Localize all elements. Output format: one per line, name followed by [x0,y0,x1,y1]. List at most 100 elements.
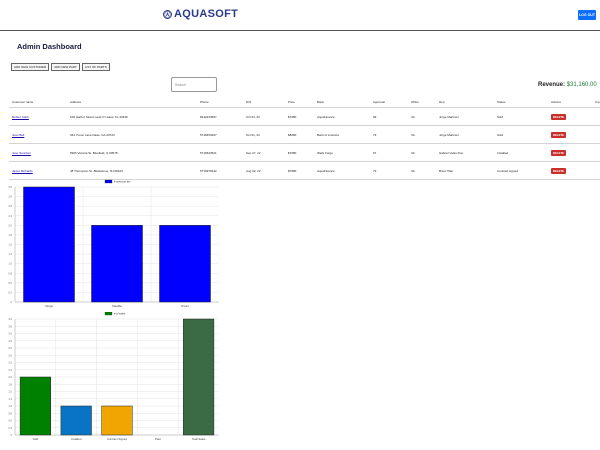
y-tick-label: 3.0 [8,185,12,189]
column-header[interactable]: Customer name [9,96,67,108]
x-tick-label: Sold [33,437,39,441]
x-tick-label: Satellite [112,304,122,308]
status-cell: Installed [494,143,548,162]
y-tick-label: 0 [11,433,13,437]
customer-name-link[interactable]: Juan Bell [12,133,24,137]
y-tick-label: 2.3 [8,368,12,372]
doi-cell: Aug 02, 22 [243,161,285,180]
column-header[interactable]: Cre [592,96,600,108]
actions-cell: DELETE [548,107,592,126]
actions-cell: DELETE [548,143,592,162]
address-cell: 344 Yuvon Lane Dade. GA 30723 [67,125,197,144]
column-header[interactable]: Price [285,96,314,108]
column-header[interactable]: Rep [436,96,494,108]
y-tick-label: 1.8 [8,382,12,386]
office-cell: VA [408,107,436,126]
price-cell: $7680 [285,143,314,162]
y-tick-label: 3.3 [8,339,12,343]
address-cell: 5906 Victoria St. Bluefield, IL 60578 [67,143,197,162]
status-cell: Contract signed [494,161,548,180]
y-tick-label: 0.8 [8,271,12,275]
y-tick-label: 1.5 [8,243,12,247]
column-header[interactable]: Office [408,96,436,108]
add-new-customer-button[interactable]: ADD NEW CUSTOMER [11,63,50,71]
list-of-parts-button[interactable]: LIST OF PARTS [81,63,110,71]
phone-cell: 8132234567 [197,107,243,126]
y-tick-label: 2.5 [8,204,12,208]
aquasoft-logo-icon: Ⓐ [163,9,172,19]
revenue-label: Revenue: [538,82,566,88]
y-tick-label: 0.5 [8,281,12,285]
x-tick-label: Total Sales [192,437,206,441]
legend-label: # units per tier [114,179,131,183]
bar [23,186,75,303]
price-cell: $7680 [285,107,314,126]
add-new-part-button[interactable]: ADD NEW PART [51,63,80,71]
empty-cell [592,125,600,144]
delete-button[interactable]: DELETE [551,167,567,174]
search-input[interactable]: Search [171,77,217,92]
office-cell: VA [408,125,436,144]
y-tick-label: 4.0 [8,317,12,321]
y-tick-label: 2.8 [8,195,12,199]
x-tick-label: Paid [155,437,161,441]
y-tick-label: 0 [11,300,13,304]
y-tick-label: 1.0 [8,404,12,408]
actions-cell: DELETE [548,161,592,180]
x-tick-label: Installed [71,437,82,441]
y-tick-label: 0.5 [8,419,12,423]
brand[interactable]: Ⓐ AQUASOFT [163,8,238,20]
doi-cell: Oct 01, 22 [243,125,285,144]
rep-cell: Jorge Martinez [436,107,494,126]
delete-button[interactable]: DELETE [551,131,567,138]
y-tick-label: 2.5 [8,361,12,365]
price-cell: $8080 [285,125,314,144]
x-tick-label: Panel [181,304,189,308]
bank-cell: Bank of America [314,125,370,144]
actions-cell: DELETE [548,125,592,144]
delete-button[interactable]: DELETE [551,113,567,120]
y-tick-label: 2.3 [8,214,12,218]
delete-button[interactable]: DELETE [551,149,567,156]
bank-cell: AquaFinance [314,161,370,180]
y-tick-label: 3.0 [8,346,12,350]
office-cell: VA [408,161,436,180]
address-cell: 48 Thompson St. Blackstone, NJ 08103 [67,161,197,180]
bar [183,318,215,436]
address-cell: 100 Harbor Street Land O Lakes, FL 34639 [67,107,197,126]
status-cell: Sold [494,107,548,126]
rep-cell: Gabriel Velas Rus [436,143,494,162]
y-tick-label: 0.3 [8,426,12,430]
y-tick-label: 3.5 [8,332,12,336]
rep-cell: Jorge Martinez [436,125,494,144]
y-tick-label: 1.0 [8,262,12,266]
table-row: Jose Sanchez 5906 Victoria St. Bluefield… [9,143,600,162]
doi-cell: Sep 27, 22 [243,143,285,162]
bar [19,376,51,436]
table-row: Javier Richards 48 Thompson St. Blacksto… [9,161,600,180]
revenue-value: $31,160.00 [566,82,597,88]
approval-cell: 79 [370,125,408,144]
legend-swatch [104,179,113,184]
column-header[interactable]: Approval [370,96,408,108]
action-buttons: ADD NEW CUSTOMER ADD NEW PART LIST OF PA… [11,63,110,71]
column-header[interactable]: Address [67,96,197,108]
logout-button[interactable]: LOG OUT [578,10,596,20]
y-tick-label: 1.3 [8,252,12,256]
office-cell: VA [408,143,436,162]
customer-name-link[interactable]: Javier Richards [12,169,33,173]
column-header[interactable]: Actions [548,96,592,108]
column-header[interactable]: Status [494,96,548,108]
page-title: Admin Dashboard [17,42,82,51]
y-tick-label: 2.0 [8,223,12,227]
status-cell: Sold [494,125,548,144]
y-tick-label: 1.8 [8,233,12,237]
empty-cell [592,107,600,126]
customer-name-cell: Robert Clark [9,107,67,126]
customer-name-link[interactable]: Jose Sanchez [12,151,31,155]
column-header[interactable]: Bank [314,96,370,108]
column-header[interactable]: DOI [243,96,285,108]
customers-table: Customer name Address Phone DOI Price Ba… [9,96,600,180]
customer-name-link[interactable]: Robert Clark [12,115,29,119]
column-header[interactable]: Phone [197,96,243,108]
